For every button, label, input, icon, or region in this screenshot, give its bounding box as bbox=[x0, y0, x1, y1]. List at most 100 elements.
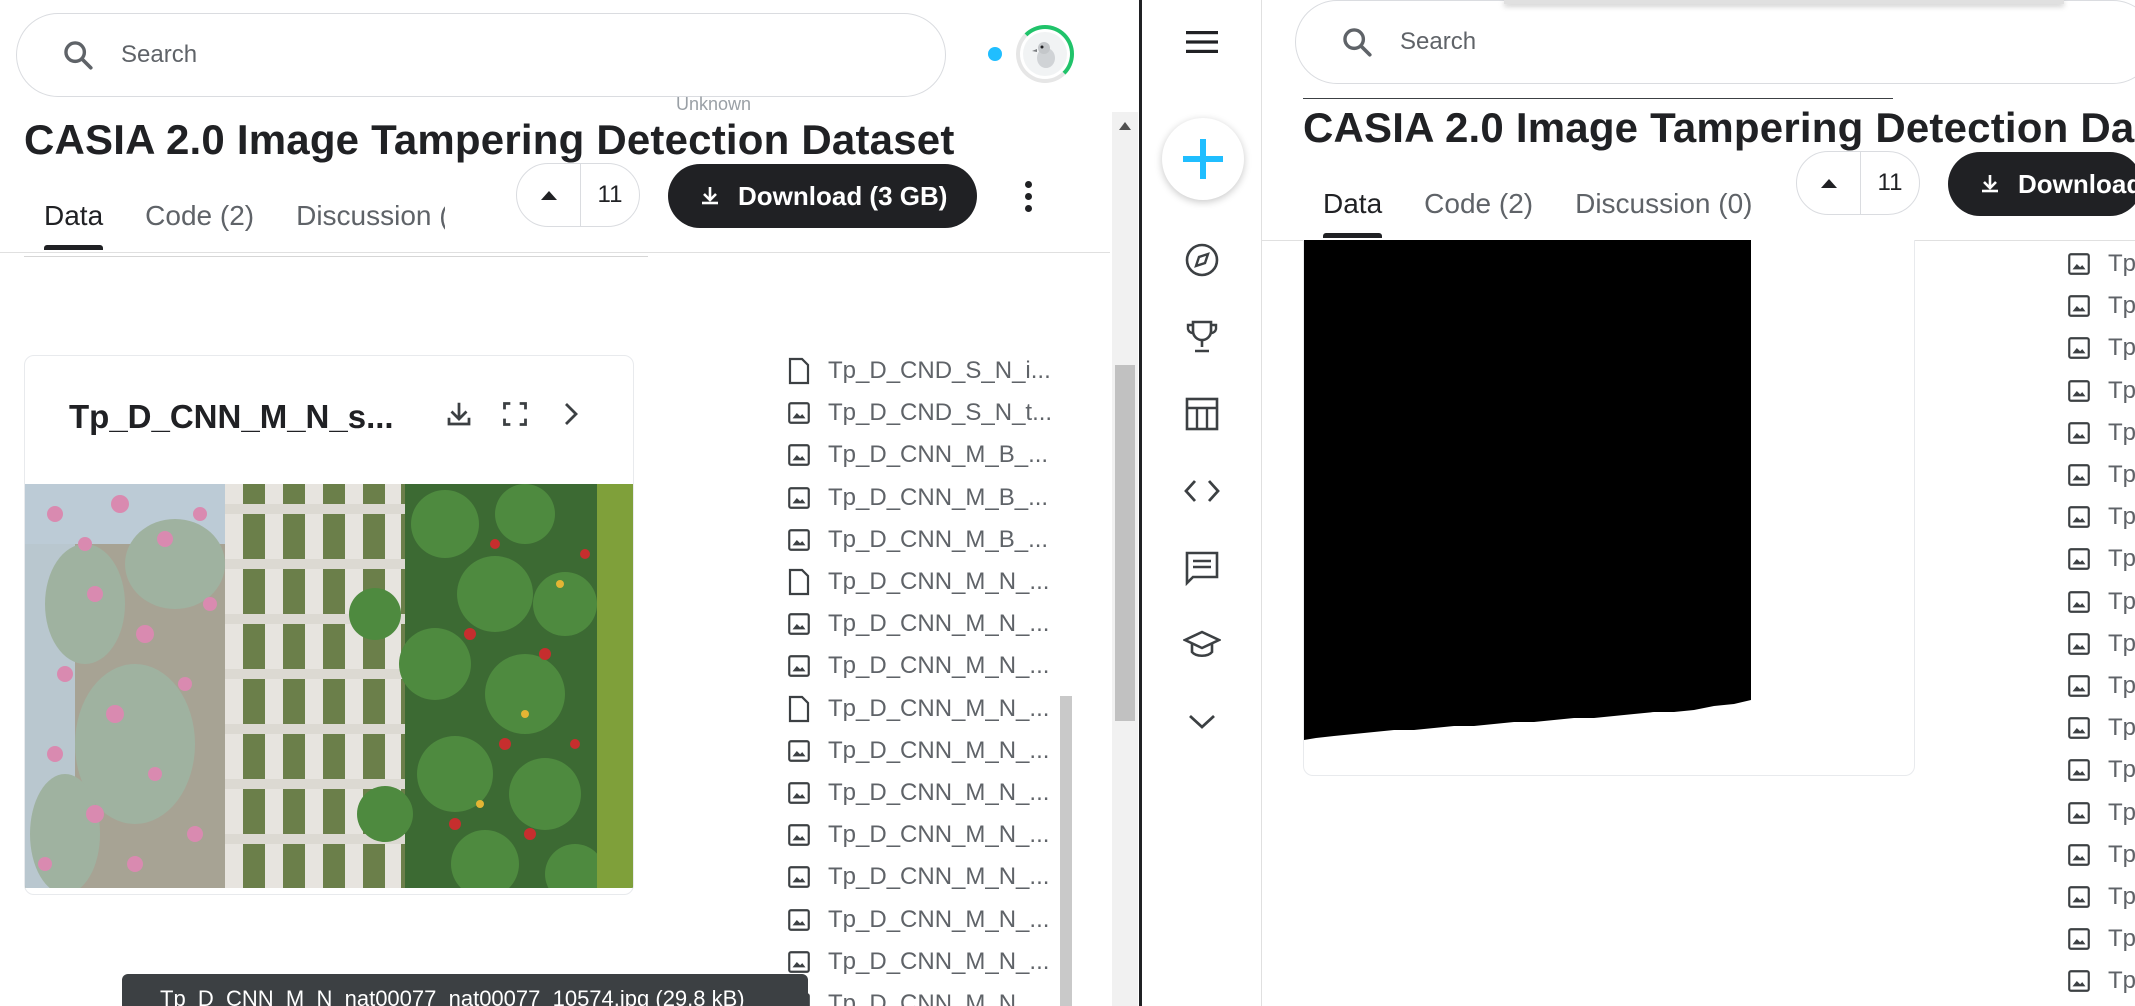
upvote-count: 11 bbox=[597, 181, 623, 208]
file-list-item[interactable]: Tp bbox=[2062, 834, 2135, 876]
file-list-item[interactable]: Tp_D_CNN_M_N_... bbox=[782, 561, 1072, 603]
scrollbar-thumb[interactable] bbox=[1115, 365, 1135, 721]
image-icon bbox=[782, 649, 816, 683]
upvote-button[interactable] bbox=[1797, 152, 1861, 214]
section-divider bbox=[24, 256, 648, 257]
file-icon bbox=[782, 354, 816, 388]
image-icon bbox=[2062, 247, 2096, 281]
image-icon bbox=[2062, 922, 2096, 956]
file-list-item[interactable]: Tp_D_CNN_M_N_... bbox=[782, 730, 1072, 772]
file-name: Tp bbox=[2108, 925, 2135, 953]
file-list-item[interactable]: Tp bbox=[2062, 327, 2135, 369]
tab-code[interactable]: Code (2) bbox=[124, 194, 275, 250]
file-list-item[interactable]: Tp_D_CNN_M_B_... bbox=[782, 434, 1072, 476]
competitions-icon[interactable] bbox=[1180, 315, 1224, 359]
file-list-item[interactable]: Tp bbox=[2062, 454, 2135, 496]
code-icon[interactable] bbox=[1180, 469, 1224, 513]
download-file-icon[interactable] bbox=[439, 394, 479, 434]
file-name: Tp_D_CNN_M_N_... bbox=[828, 863, 1050, 891]
image-icon bbox=[782, 523, 816, 557]
tab-discussion[interactable]: Discussion (0) bbox=[1554, 182, 1760, 238]
file-name: Tp bbox=[2108, 587, 2135, 615]
file-list-item[interactable]: Tp_D_CNN_M_N_... bbox=[782, 941, 1072, 983]
image-icon bbox=[2062, 627, 2096, 661]
tab-data[interactable]: Data bbox=[1302, 182, 1403, 238]
scroll-up-arrow-icon[interactable] bbox=[1119, 122, 1131, 130]
tab-data[interactable]: Data bbox=[23, 194, 124, 250]
file-list-item[interactable]: Tp bbox=[2062, 243, 2135, 285]
datasets-icon[interactable] bbox=[1180, 392, 1224, 436]
file-list-item[interactable]: Tp_D_CND_S_N_t... bbox=[782, 392, 1072, 434]
file-list-item[interactable]: Tp bbox=[2062, 412, 2135, 454]
explore-icon[interactable] bbox=[1180, 238, 1224, 282]
nav-rail bbox=[1142, 0, 1262, 1006]
image-icon bbox=[782, 438, 816, 472]
image-icon bbox=[2062, 374, 2096, 408]
file-list-item[interactable]: Tp bbox=[2062, 960, 2135, 1002]
file-name: Tp bbox=[2108, 503, 2135, 531]
file-list-item[interactable]: Tp_D_CNN_M_N_... bbox=[782, 898, 1072, 940]
create-button[interactable] bbox=[1162, 118, 1244, 200]
page-scrollbar[interactable] bbox=[1112, 112, 1138, 1006]
file-list-item[interactable]: Tp_D_CNN_M_N_... bbox=[782, 688, 1072, 730]
file-list-item[interactable]: Tp_D_CNN_M_N_... bbox=[782, 856, 1072, 898]
fullscreen-icon[interactable] bbox=[495, 394, 535, 434]
dataset-title: CASIA 2.0 Image Tampering Detection Data… bbox=[1303, 104, 2135, 151]
header-divider bbox=[0, 252, 1110, 253]
file-list-item[interactable]: Tp_D_CNN_M_N_... bbox=[782, 772, 1072, 814]
learn-icon[interactable] bbox=[1180, 623, 1224, 667]
file-list-item[interactable]: Tp bbox=[2062, 665, 2135, 707]
file-list-item[interactable]: Tp_D_CNN_M_N_... bbox=[782, 645, 1072, 687]
more-options-icon[interactable] bbox=[1008, 164, 1048, 228]
preview-image bbox=[25, 484, 633, 888]
file-list-item[interactable]: Tp bbox=[2062, 791, 2135, 833]
file-list-item[interactable]: Tp bbox=[2062, 623, 2135, 665]
file-list-item[interactable]: Tp_D_CND_S_N_i... bbox=[782, 350, 1072, 392]
upvote-button[interactable] bbox=[517, 164, 581, 226]
file-preview-card bbox=[1303, 240, 1915, 776]
avatar-button[interactable] bbox=[1016, 25, 1074, 83]
file-name: Tp bbox=[2108, 798, 2135, 826]
search-input[interactable]: Search bbox=[16, 13, 946, 97]
file-list-item[interactable]: Tp_D_CNN_M_B_... bbox=[782, 477, 1072, 519]
file-name: Tp_D_CND_S_N_i... bbox=[828, 357, 1051, 385]
file-list-item[interactable]: Tp bbox=[2062, 581, 2135, 623]
file-list-item[interactable]: Tp_D_CNN_M_N_... bbox=[782, 983, 1072, 1006]
file-list-item[interactable]: Tp_D_CNN_M_B_... bbox=[782, 519, 1072, 561]
file-list-item[interactable]: Tp_D_CNN_M_N_... bbox=[782, 603, 1072, 645]
download-icon bbox=[1982, 175, 1998, 193]
image-icon bbox=[782, 903, 816, 937]
file-list-item[interactable]: Tp bbox=[2062, 538, 2135, 580]
file-name: Tp bbox=[2108, 714, 2135, 742]
image-icon bbox=[2062, 711, 2096, 745]
upvote-control[interactable]: 11 bbox=[1796, 151, 1920, 215]
file-list-item[interactable]: Tp bbox=[2062, 707, 2135, 749]
next-file-icon[interactable] bbox=[551, 394, 591, 434]
image-icon bbox=[782, 818, 816, 852]
file-list-item[interactable]: Tp_D_CNN_M_N_... bbox=[782, 814, 1072, 856]
image-icon bbox=[2062, 753, 2096, 787]
file-list-item[interactable]: Tp bbox=[2062, 749, 2135, 791]
file-list-item[interactable]: Tp bbox=[2062, 918, 2135, 960]
file-list-item[interactable]: Tp bbox=[2062, 876, 2135, 918]
file-list-scrollbar[interactable] bbox=[1060, 696, 1072, 1006]
file-name: Tp bbox=[2108, 461, 2135, 489]
tab-discussion[interactable]: Discussion (0) bbox=[275, 194, 445, 250]
file-list-item[interactable]: Tp bbox=[2062, 496, 2135, 538]
file-name: Tp bbox=[2108, 376, 2135, 404]
menu-icon[interactable] bbox=[1180, 20, 1224, 64]
more-icon[interactable] bbox=[1180, 700, 1224, 744]
image-icon bbox=[782, 860, 816, 894]
download-button[interactable]: Download bbox=[1948, 152, 2135, 216]
tab-code[interactable]: Code (2) bbox=[1403, 182, 1554, 238]
download-button[interactable]: Download (3 GB) bbox=[668, 164, 978, 228]
discussions-icon[interactable] bbox=[1180, 546, 1224, 590]
file-list-item[interactable]: Tp bbox=[2062, 285, 2135, 327]
screen: Search Unknown CASIA 2.0 Image Tampering… bbox=[0, 0, 2135, 1006]
upvote-control[interactable]: 11 bbox=[516, 163, 640, 227]
file-name: Tp bbox=[2108, 334, 2135, 362]
file-name: Tp_D_CNN_M_N_... bbox=[828, 989, 1050, 1006]
caret-up-icon bbox=[540, 191, 557, 200]
file-list-item[interactable]: Tp bbox=[2062, 370, 2135, 412]
search-input[interactable]: Search bbox=[1295, 0, 2135, 84]
